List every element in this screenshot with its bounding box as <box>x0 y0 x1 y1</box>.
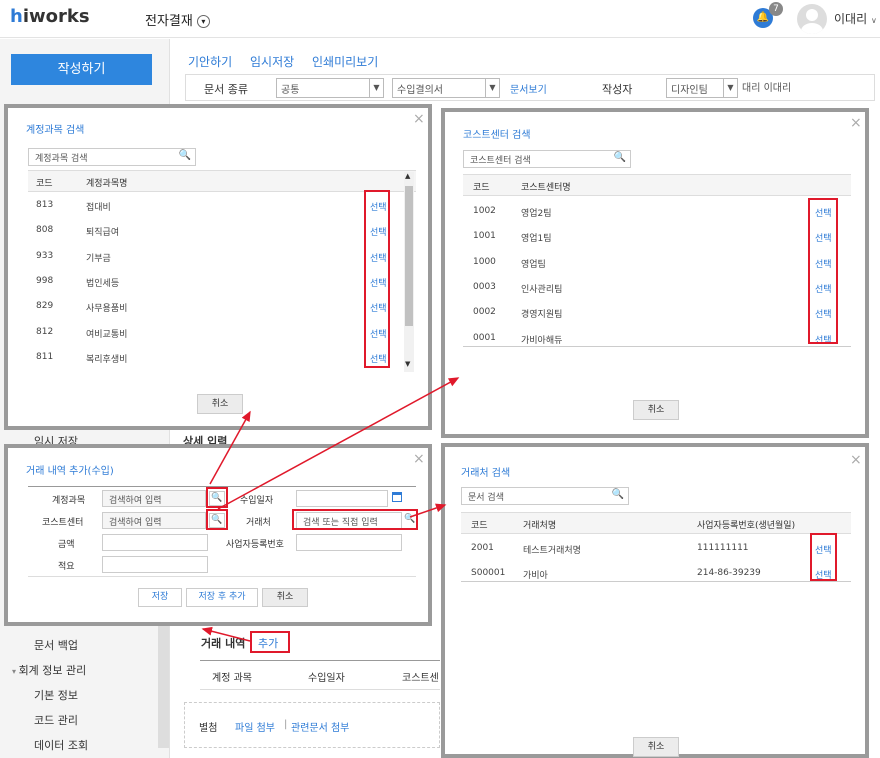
arrow <box>217 377 460 510</box>
arrow <box>209 410 251 485</box>
annotation-arrows <box>201 377 460 642</box>
arrow <box>201 626 251 642</box>
arrow <box>409 503 447 518</box>
